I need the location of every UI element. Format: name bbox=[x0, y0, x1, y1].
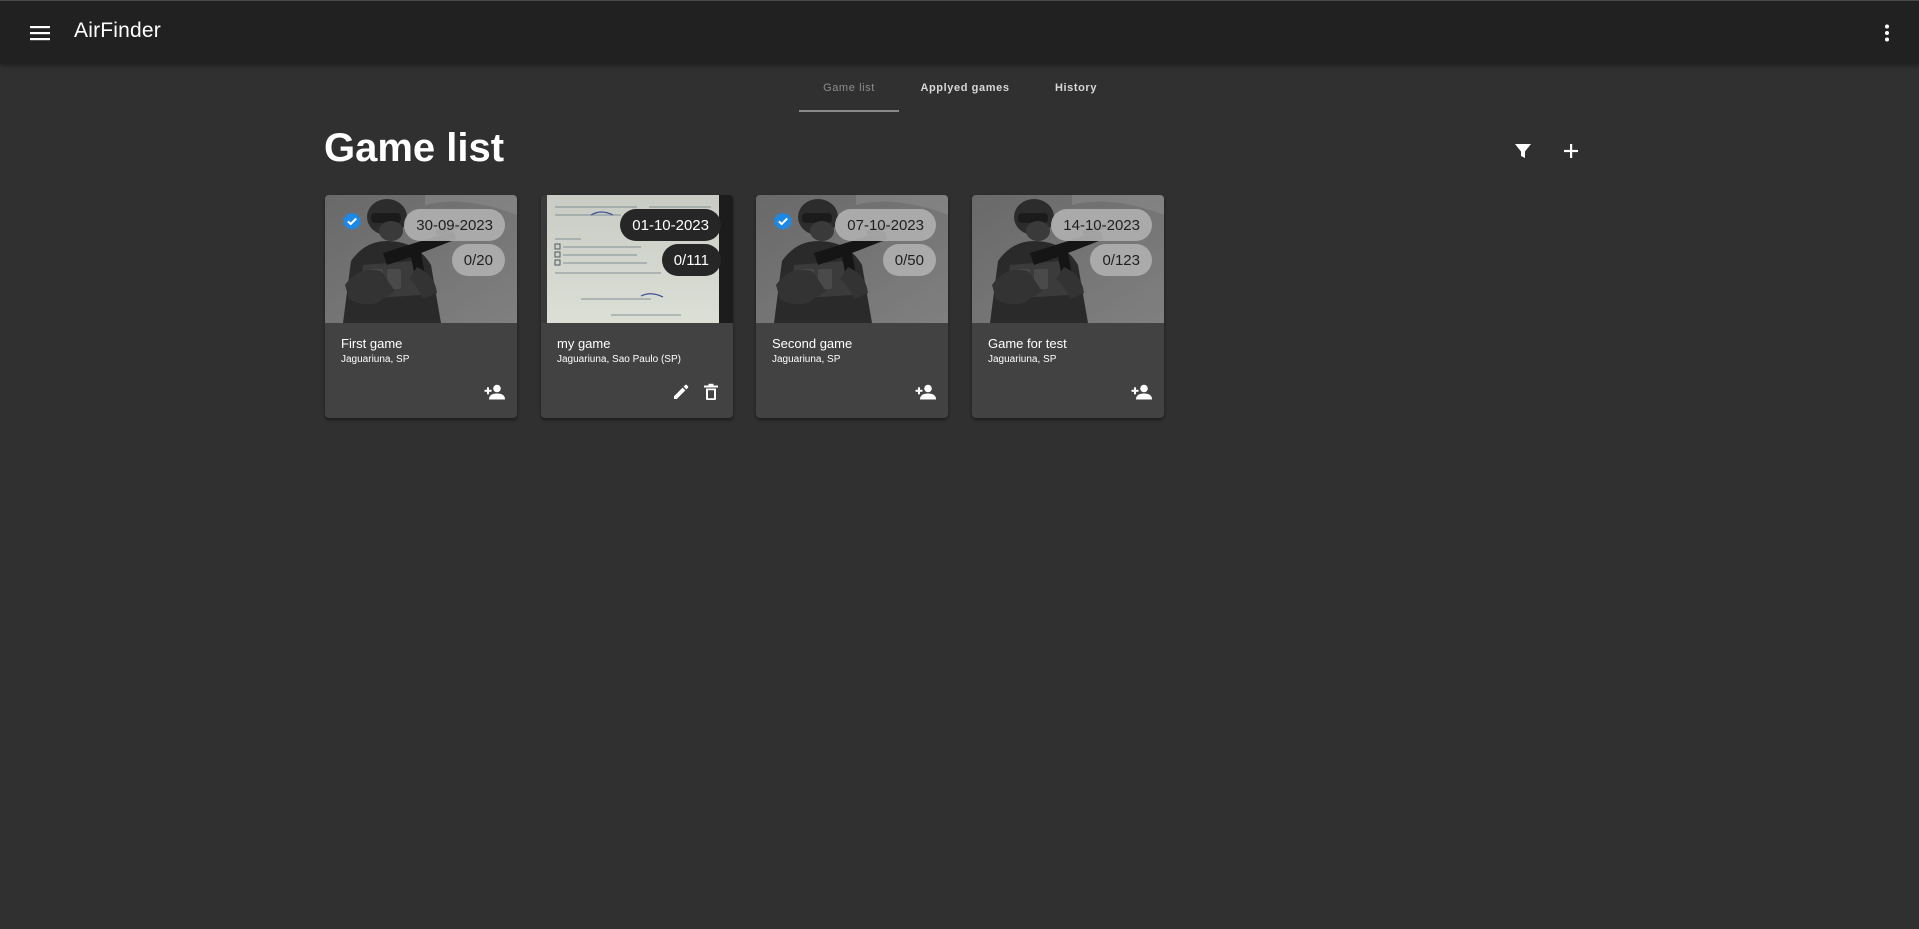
card-title: First game bbox=[341, 336, 403, 351]
active-tab-indicator bbox=[799, 110, 899, 112]
card-location: Jaguariuna, SP bbox=[988, 354, 1057, 365]
delete-icon[interactable] bbox=[699, 380, 723, 404]
more-vert-icon[interactable] bbox=[1875, 19, 1899, 47]
players-chip: 0/111 bbox=[661, 244, 721, 276]
date-chip: 01-10-2023 bbox=[620, 209, 721, 241]
verified-icon bbox=[341, 211, 363, 233]
game-card[interactable]: 30-09-2023 0/20 First game Jaguariuna, S… bbox=[325, 195, 517, 418]
date-chip: 07-10-2023 bbox=[835, 209, 936, 241]
tab-applyed-games[interactable]: Applyed games bbox=[906, 64, 1024, 112]
top-app-bar: AirFinder bbox=[0, 0, 1919, 64]
date-chip: 14-10-2023 bbox=[1051, 209, 1152, 241]
card-title: my game bbox=[557, 336, 611, 351]
players-chip: 0/50 bbox=[882, 244, 936, 276]
game-card[interactable]: 07-10-2023 0/50 Second game Jaguariuna, … bbox=[756, 195, 948, 418]
card-location: Jaguariuna, Sao Paulo (SP) bbox=[557, 354, 681, 365]
person-add-icon[interactable] bbox=[1130, 380, 1154, 404]
card-title: Game for test bbox=[988, 336, 1067, 351]
card-location: Jaguariuna, SP bbox=[341, 354, 410, 365]
card-location: Jaguariuna, SP bbox=[772, 354, 841, 365]
card-title: Second game bbox=[772, 336, 853, 351]
filter-icon[interactable] bbox=[1509, 137, 1537, 165]
date-chip: 30-09-2023 bbox=[404, 209, 505, 241]
game-card[interactable]: 01-10-2023 0/111 my game Jaguariuna, Sao… bbox=[541, 195, 733, 418]
app-title: AirFinder bbox=[74, 19, 161, 42]
verified-icon bbox=[772, 211, 794, 233]
players-chip: 0/20 bbox=[451, 244, 505, 276]
edit-icon[interactable] bbox=[669, 380, 693, 404]
players-chip: 0/123 bbox=[1090, 244, 1152, 276]
person-add-icon[interactable] bbox=[483, 380, 507, 404]
page-title: Game list bbox=[324, 126, 505, 170]
tab-bar: Game list Applyed games History bbox=[0, 64, 1919, 112]
add-icon[interactable] bbox=[1557, 137, 1585, 165]
menu-icon[interactable] bbox=[24, 21, 56, 45]
game-card[interactable]: 14-10-2023 0/123 Game for test Jaguariun… bbox=[972, 195, 1164, 418]
tab-history[interactable]: History bbox=[1030, 64, 1122, 112]
person-add-icon[interactable] bbox=[914, 380, 938, 404]
tab-game-list[interactable]: Game list bbox=[799, 64, 899, 112]
